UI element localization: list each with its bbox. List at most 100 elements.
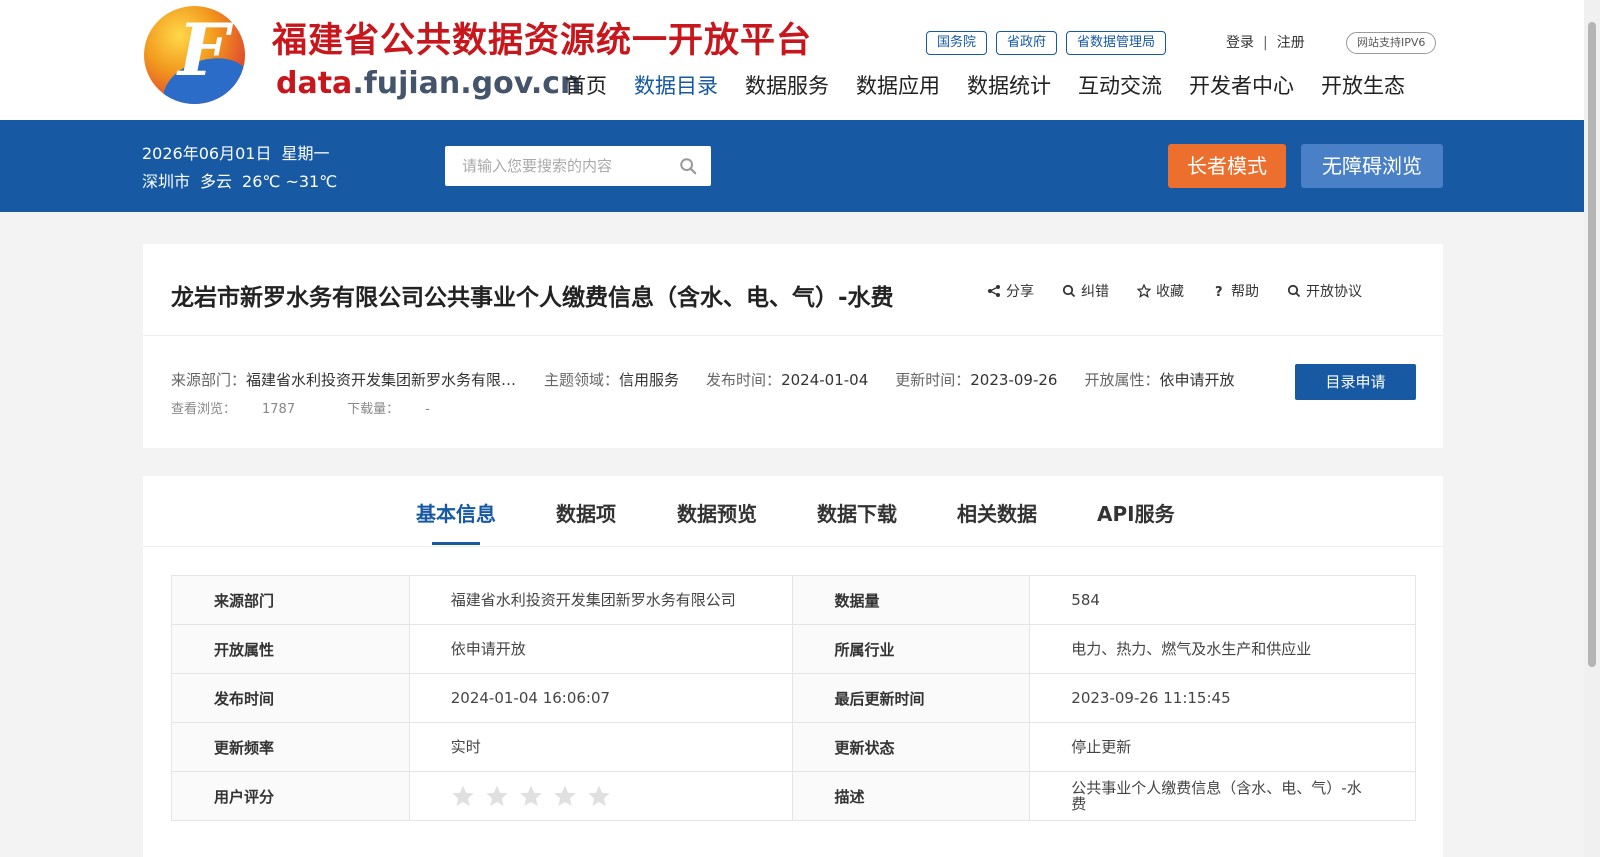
share-button[interactable]: 分享 bbox=[987, 281, 1034, 301]
svg-text:?: ? bbox=[1215, 285, 1223, 298]
tab-data-items[interactable]: 数据项 bbox=[556, 498, 616, 527]
meta-open-value: 依申请开放 bbox=[1159, 371, 1235, 389]
star-icon bbox=[1137, 284, 1151, 298]
basic-info-table: 来源部门 福建省水利投资开发集团新罗水务有限公司 数据量 584 开放属性 依申… bbox=[171, 575, 1416, 821]
info-key: 用户评分 bbox=[171, 771, 410, 821]
help-button[interactable]: ? 帮助 bbox=[1212, 281, 1259, 301]
meta-open: 开放属性：依申请开放 bbox=[1084, 369, 1234, 390]
info-value: 公共事业个人缴费信息（含水、电、气）-水费 bbox=[1029, 771, 1416, 821]
rating-star-icon[interactable] bbox=[451, 784, 475, 808]
info-key: 开放属性 bbox=[171, 624, 410, 674]
table-row: 发布时间 2024-01-04 16:06:07 最后更新时间 2023-09-… bbox=[171, 673, 1416, 723]
page-scrollbar[interactable] bbox=[1584, 0, 1600, 857]
dataset-summary-card: 龙岩市新罗水务有限公司公共事业个人缴费信息（含水、电、气）-水费 分享 纠错 收… bbox=[143, 244, 1443, 448]
card-divider bbox=[143, 335, 1443, 336]
nav-apps[interactable]: 数据应用 bbox=[856, 70, 940, 100]
table-row: 更新频率 实时 更新状态 停止更新 bbox=[171, 722, 1416, 772]
info-value: 实时 bbox=[408, 722, 793, 772]
date-text: 2026年06月01日 bbox=[142, 144, 272, 163]
user-rating-stars bbox=[451, 784, 752, 808]
question-icon: ? bbox=[1215, 285, 1223, 298]
nav-ecosystem[interactable]: 开放生态 bbox=[1321, 70, 1405, 100]
site-title: 福建省公共数据资源统一开放平台 bbox=[272, 20, 813, 61]
correction-button[interactable]: 纠错 bbox=[1062, 281, 1109, 301]
detail-tabs: 基本信息 数据项 数据预览 数据下载 相关数据 API服务 bbox=[143, 476, 1443, 547]
tab-api-service[interactable]: API服务 bbox=[1097, 498, 1175, 527]
weather-text: 多云 bbox=[200, 172, 233, 191]
nav-stats[interactable]: 数据统计 bbox=[967, 70, 1051, 100]
link-guowuyuan[interactable]: 国务院 bbox=[926, 31, 988, 55]
info-key: 发布时间 bbox=[171, 673, 410, 723]
info-value: 584 bbox=[1029, 575, 1416, 625]
tab-related-data[interactable]: 相关数据 bbox=[957, 498, 1037, 527]
nav-developer[interactable]: 开发者中心 bbox=[1189, 70, 1294, 100]
meta-publish-label: 发布时间： bbox=[706, 371, 782, 389]
accessibility-button[interactable]: 无障碍浏览 bbox=[1301, 144, 1443, 188]
nav-services[interactable]: 数据服务 bbox=[745, 70, 829, 100]
site-header: F 福建省公共数据资源统一开放平台 data.fujian.gov.cn 国务院… bbox=[0, 0, 1584, 120]
info-key: 更新频率 bbox=[171, 722, 410, 772]
temperature-text: 26℃ ~31℃ bbox=[242, 172, 338, 191]
info-value: 停止更新 bbox=[1029, 722, 1416, 772]
elder-mode-button[interactable]: 长者模式 bbox=[1168, 144, 1286, 188]
tab-basic-info[interactable]: 基本信息 bbox=[416, 498, 496, 527]
weekday-text: 星期一 bbox=[281, 144, 330, 163]
meta-source-label: 来源部门： bbox=[171, 371, 247, 389]
rating-cell bbox=[408, 771, 793, 821]
views-value: 1787 bbox=[262, 402, 296, 417]
site-logo[interactable]: F bbox=[144, 6, 245, 104]
open-license-button[interactable]: 开放协议 bbox=[1287, 281, 1362, 301]
tab-data-preview[interactable]: 数据预览 bbox=[677, 498, 757, 527]
link-shengzhengfu[interactable]: 省政府 bbox=[996, 31, 1058, 55]
logo-letter: F bbox=[178, 7, 230, 92]
info-key: 更新状态 bbox=[791, 722, 1031, 772]
domain-rest: .fujian.gov.cn bbox=[352, 66, 582, 101]
weather-line: 深圳市 多云 26℃ ~31℃ bbox=[142, 168, 347, 192]
meta-publish-value: 2024-01-04 bbox=[781, 371, 869, 389]
info-band: 2026年06月01日星期一 深圳市多云 26℃ ~31℃ 长者模式 无障碍浏览 bbox=[0, 120, 1584, 212]
search-box bbox=[445, 146, 711, 186]
nav-interaction[interactable]: 互动交流 bbox=[1078, 70, 1162, 100]
dataset-meta: 来源部门：福建省水利投资开发集团新罗水务有限公司 主题领域：信用服务 发布时间：… bbox=[171, 369, 1261, 390]
rating-star-icon[interactable] bbox=[587, 784, 611, 808]
table-row: 来源部门 福建省水利投资开发集团新罗水务有限公司 数据量 584 bbox=[171, 575, 1416, 625]
register-link[interactable]: 注册 bbox=[1277, 35, 1305, 51]
link-data-bureau[interactable]: 省数据管理局 bbox=[1066, 31, 1167, 55]
favorite-button[interactable]: 收藏 bbox=[1137, 281, 1184, 301]
site-domain: data.fujian.gov.cn bbox=[276, 66, 581, 101]
search-icon bbox=[1287, 284, 1301, 298]
tab-data-download[interactable]: 数据下载 bbox=[817, 498, 897, 527]
search-icon[interactable] bbox=[679, 157, 697, 175]
nav-home[interactable]: 首页 bbox=[565, 70, 607, 100]
rating-star-icon[interactable] bbox=[485, 784, 509, 808]
info-key: 所属行业 bbox=[791, 624, 1031, 674]
info-value: 依申请开放 bbox=[408, 624, 793, 674]
help-label: 帮助 bbox=[1231, 284, 1259, 300]
favorite-label: 收藏 bbox=[1156, 284, 1184, 300]
search-icon bbox=[1062, 284, 1076, 298]
ipv6-badge: 网站支持IPV6 bbox=[1346, 32, 1437, 54]
views-label: 查看浏览： bbox=[171, 402, 237, 417]
nav-catalog[interactable]: 数据目录 bbox=[634, 70, 718, 100]
share-icon bbox=[988, 285, 1000, 297]
rating-star-icon[interactable] bbox=[553, 784, 577, 808]
scrollbar-thumb[interactable] bbox=[1588, 22, 1596, 667]
downloads-stat: 下载量： - bbox=[347, 402, 456, 417]
open-license-label: 开放协议 bbox=[1306, 284, 1362, 300]
active-tab-underline bbox=[432, 542, 480, 545]
meta-publish: 发布时间：2024-01-04 bbox=[706, 369, 868, 390]
top-links: 国务院 省政府 省数据管理局 bbox=[926, 31, 1167, 55]
date-line: 2026年06月01日 星期一 bbox=[142, 140, 339, 164]
info-value: 2023-09-26 11:15:45 bbox=[1029, 673, 1416, 723]
catalog-apply-button[interactable]: 目录申请 bbox=[1295, 364, 1416, 400]
meta-topic: 主题领域：信用服务 bbox=[544, 369, 679, 390]
info-key: 数据量 bbox=[791, 575, 1031, 625]
meta-source: 来源部门：福建省水利投资开发集团新罗水务有限公司 bbox=[171, 369, 517, 390]
login-link[interactable]: 登录 bbox=[1226, 35, 1254, 51]
dataset-detail-card: 基本信息 数据项 数据预览 数据下载 相关数据 API服务 来源部门 福建省水利… bbox=[143, 476, 1443, 857]
info-key: 描述 bbox=[791, 771, 1031, 821]
auth-separator: | bbox=[1263, 35, 1268, 51]
rating-star-icon[interactable] bbox=[519, 784, 543, 808]
correction-label: 纠错 bbox=[1081, 284, 1109, 300]
search-input[interactable] bbox=[445, 146, 655, 186]
